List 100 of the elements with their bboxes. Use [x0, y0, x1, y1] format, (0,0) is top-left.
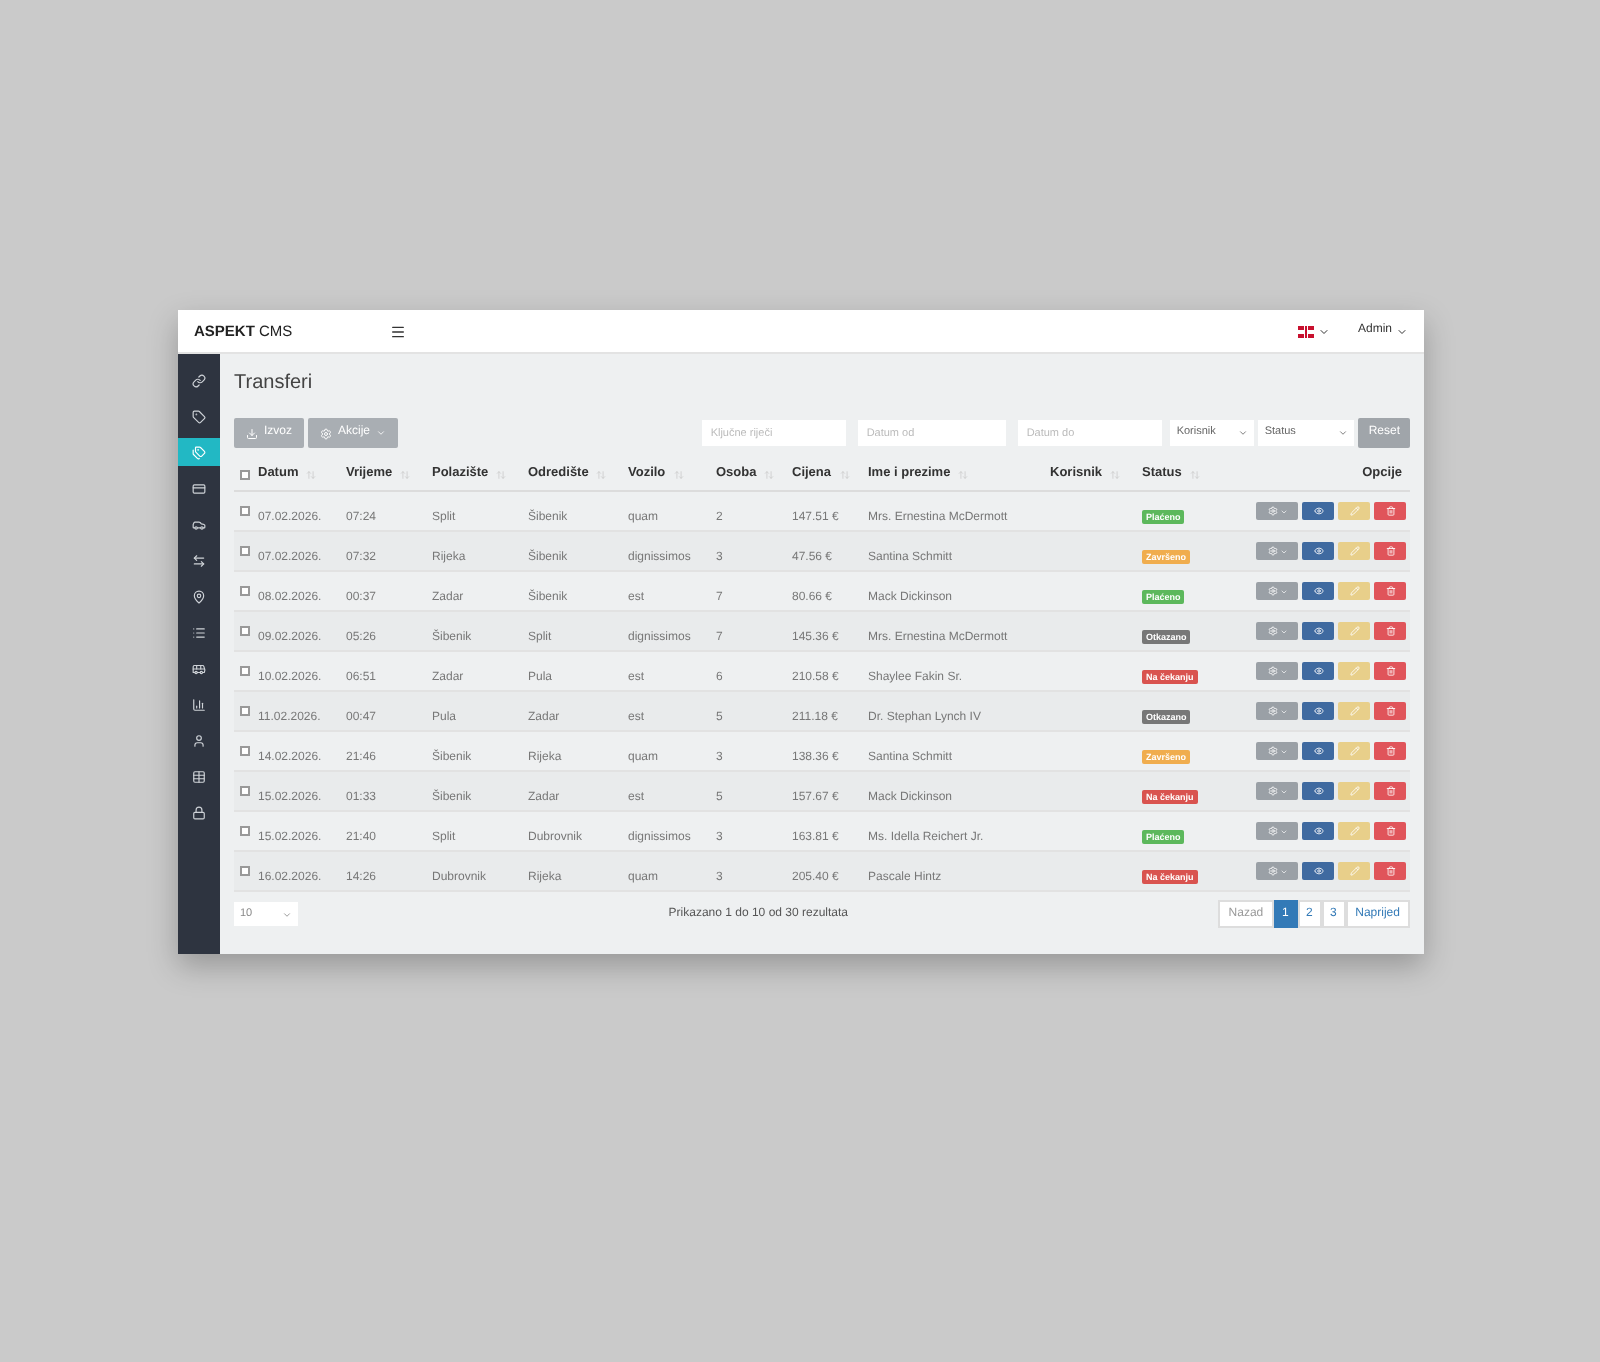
- view-button[interactable]: [1302, 742, 1334, 760]
- select-all-checkbox[interactable]: [240, 469, 250, 479]
- gear-icon: [1267, 746, 1277, 756]
- settings-dropdown-button[interactable]: [1256, 542, 1298, 560]
- edit-button[interactable]: [1338, 702, 1370, 720]
- row-checkbox[interactable]: [240, 786, 250, 796]
- sort-icon[interactable]: [400, 469, 411, 479]
- eye-icon: [1313, 546, 1323, 556]
- delete-button[interactable]: [1374, 822, 1406, 840]
- sort-icon[interactable]: [306, 469, 317, 479]
- chart-icon: [192, 697, 206, 711]
- card-icon: [192, 481, 206, 495]
- row-checkbox[interactable]: [240, 546, 250, 556]
- view-button[interactable]: [1302, 862, 1334, 880]
- eye-icon: [1313, 786, 1323, 796]
- chevron-icon: [282, 909, 292, 919]
- row-checkbox[interactable]: [240, 706, 250, 716]
- settings-dropdown-button[interactable]: [1256, 822, 1298, 840]
- pencil-icon: [1349, 706, 1359, 716]
- flag-icon[interactable]: [1297, 325, 1314, 337]
- trash-icon: [1385, 866, 1395, 876]
- trash-icon: [1385, 826, 1395, 836]
- page-title: Transferi: [234, 370, 315, 398]
- car-icon: [192, 517, 206, 531]
- view-button[interactable]: [1302, 782, 1334, 800]
- view-button[interactable]: [1302, 502, 1334, 520]
- sort-icon[interactable]: [596, 469, 607, 479]
- view-button[interactable]: [1302, 622, 1334, 640]
- row-checkbox[interactable]: [240, 666, 250, 676]
- arrows-icon: [192, 553, 206, 567]
- delete-button[interactable]: [1374, 662, 1406, 680]
- map-pin-icon: [192, 589, 206, 603]
- pencil-icon: [1349, 546, 1359, 556]
- edit-button[interactable]: [1338, 862, 1370, 880]
- gear-icon: [1267, 706, 1277, 716]
- edit-button[interactable]: [1338, 542, 1370, 560]
- tag-icon: [192, 409, 206, 423]
- caret-icon[interactable]: [1317, 325, 1330, 337]
- trash-icon: [1385, 586, 1395, 596]
- pencil-icon: [1349, 586, 1359, 596]
- trash-icon: [1385, 746, 1395, 756]
- row-checkbox[interactable]: [240, 826, 250, 836]
- settings-dropdown-button[interactable]: [1256, 502, 1298, 520]
- settings-dropdown-button[interactable]: [1256, 702, 1298, 720]
- trash-icon: [1385, 706, 1395, 716]
- settings-dropdown-button[interactable]: [1256, 782, 1298, 800]
- eye-icon: [1313, 746, 1323, 756]
- pencil-icon: [1349, 866, 1359, 876]
- trash-icon: [1385, 546, 1395, 556]
- gear-icon: [1267, 506, 1277, 516]
- settings-dropdown-button[interactable]: [1256, 622, 1298, 640]
- download-icon: [246, 427, 258, 439]
- settings-dropdown-button[interactable]: [1256, 582, 1298, 600]
- settings-dropdown-button[interactable]: [1256, 742, 1298, 760]
- chevron-icon: [1238, 428, 1249, 438]
- trash-icon: [1385, 626, 1395, 636]
- eye-icon: [1313, 506, 1323, 516]
- view-button[interactable]: [1302, 662, 1334, 680]
- settings-dropdown-button[interactable]: [1256, 662, 1298, 680]
- sort-icon[interactable]: [1110, 469, 1121, 479]
- row-checkbox[interactable]: [240, 586, 250, 596]
- tags-icon: [192, 445, 206, 459]
- gear-icon: [1267, 866, 1277, 876]
- delete-button[interactable]: [1374, 502, 1406, 520]
- edit-button[interactable]: [1338, 782, 1370, 800]
- gear-icon: [1267, 666, 1277, 676]
- delete-button[interactable]: [1374, 702, 1406, 720]
- delete-button[interactable]: [1374, 862, 1406, 880]
- chevron-icon: [1338, 428, 1349, 438]
- view-button[interactable]: [1302, 542, 1334, 560]
- delete-button[interactable]: [1374, 582, 1406, 600]
- user-icon: [192, 733, 206, 747]
- view-button[interactable]: [1302, 702, 1334, 720]
- eye-icon: [1313, 866, 1323, 876]
- sort-icon[interactable]: [673, 469, 684, 479]
- list-icon: [192, 625, 206, 639]
- pencil-icon: [1349, 826, 1359, 836]
- eye-icon: [1313, 626, 1323, 636]
- settings-dropdown-button[interactable]: [1256, 862, 1298, 880]
- sort-icon[interactable]: [764, 469, 775, 479]
- delete-button[interactable]: [1374, 782, 1406, 800]
- trash-icon: [1385, 666, 1395, 676]
- row-checkbox[interactable]: [240, 626, 250, 636]
- edit-button[interactable]: [1338, 622, 1370, 640]
- caret-icon: [376, 428, 387, 438]
- view-button[interactable]: [1302, 582, 1334, 600]
- delete-button[interactable]: [1374, 542, 1406, 560]
- sort-icon[interactable]: [958, 469, 969, 479]
- row-checkbox[interactable]: [240, 866, 250, 876]
- sort-icon[interactable]: [496, 469, 507, 479]
- view-button[interactable]: [1302, 822, 1334, 840]
- menu-icon[interactable]: [390, 323, 406, 339]
- sort-icon[interactable]: [1189, 469, 1200, 479]
- row-checkbox[interactable]: [240, 506, 250, 516]
- sort-icon[interactable]: [839, 469, 850, 479]
- link-icon: [192, 373, 206, 387]
- delete-button[interactable]: [1374, 742, 1406, 760]
- delete-button[interactable]: [1374, 622, 1406, 640]
- row-checkbox[interactable]: [240, 746, 250, 756]
- table-icon: [192, 769, 206, 783]
